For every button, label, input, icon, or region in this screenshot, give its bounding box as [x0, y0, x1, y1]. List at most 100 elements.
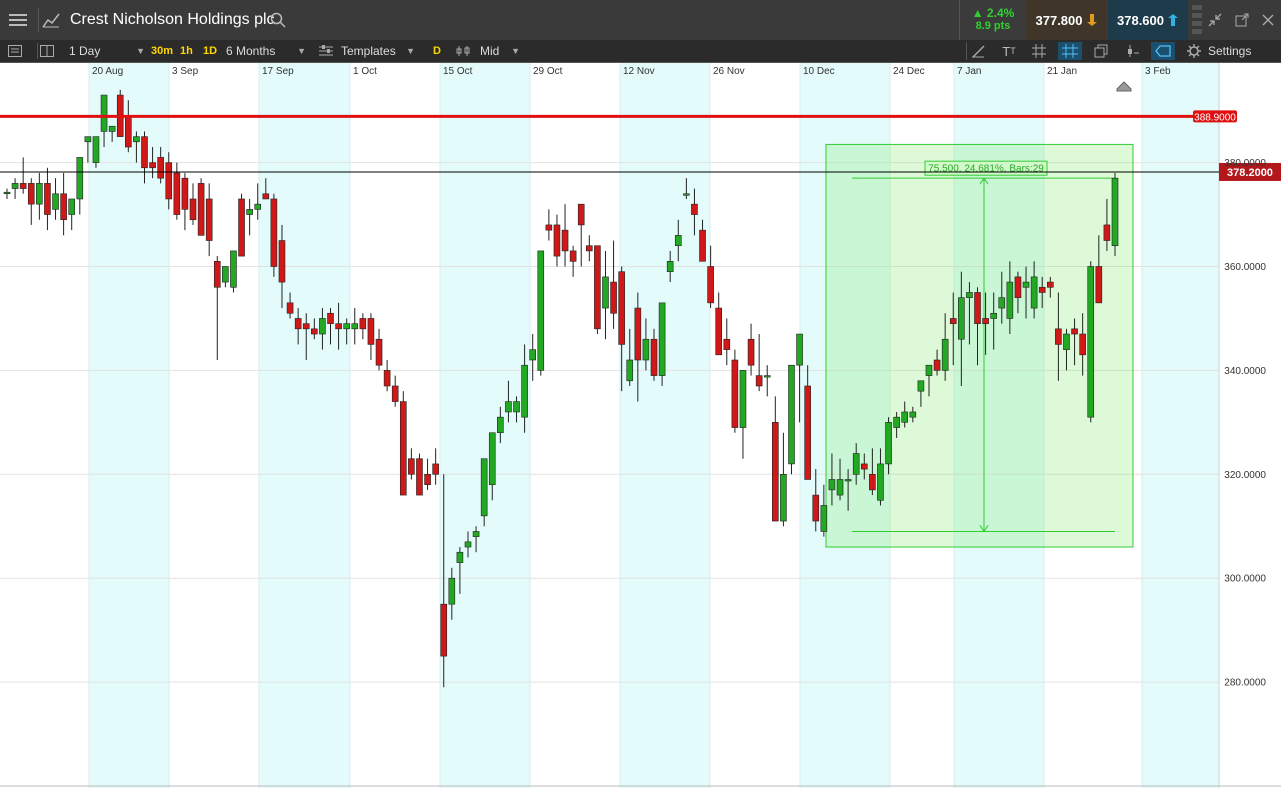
x-tick-label: 21 Jan: [1047, 66, 1077, 77]
candle-body: [537, 250, 545, 371]
candle-body: [521, 364, 528, 418]
candle-body: [222, 266, 229, 283]
horizontal-line-label: 388.9000: [1194, 112, 1236, 123]
draw-line-icon[interactable]: [966, 42, 989, 60]
chevron-down-icon: ▼: [406, 46, 415, 56]
d-toggle[interactable]: D: [433, 40, 441, 62]
candle-body: [731, 359, 739, 428]
candle-body: [391, 385, 399, 402]
candle-body: [424, 473, 431, 485]
candle-body: [488, 432, 496, 485]
x-tick-label: 10 Dec: [803, 66, 835, 77]
candle-body: [76, 157, 84, 200]
candle-body: [642, 338, 650, 361]
candle-body: [383, 370, 391, 387]
candle-body: [658, 302, 666, 376]
candle-body: [19, 183, 27, 189]
y-tick-label: 360.0000: [1224, 262, 1266, 273]
candle-body: [448, 577, 456, 605]
grid-icon[interactable]: [1028, 42, 1050, 60]
x-tick-label: 3 Sep: [172, 66, 199, 77]
candle-body: [828, 479, 836, 491]
candle-body: [586, 245, 593, 252]
candle-body: [901, 411, 909, 423]
menu-icon[interactable]: [8, 10, 28, 30]
interval-1d-button[interactable]: 1D: [203, 40, 217, 62]
candle-body: [311, 328, 318, 335]
candle-body: [399, 401, 407, 496]
candle-body: [1038, 286, 1046, 293]
candle-body: [100, 94, 108, 132]
candle-body: [278, 240, 286, 283]
candle: [480, 458, 488, 527]
candle-body: [60, 193, 67, 221]
list-icon[interactable]: [6, 43, 24, 59]
candle-body: [157, 157, 164, 179]
collapse-icon[interactable]: [1205, 10, 1225, 30]
y-tick-label: 280.0000: [1224, 678, 1266, 689]
layout-icon[interactable]: [37, 43, 56, 59]
candle-body: [456, 551, 464, 563]
candle-body: [416, 458, 423, 496]
down-arrow-icon: [1086, 14, 1097, 26]
range-select[interactable]: 6 Months ▼: [226, 40, 306, 62]
candle-body: [610, 281, 617, 314]
candle-body: [618, 271, 625, 345]
candle-body: [133, 136, 140, 143]
candle-body: [626, 359, 634, 382]
candle-body: [238, 198, 245, 257]
candle-body: [909, 411, 917, 418]
x-tick-label: 3 Feb: [1145, 66, 1171, 77]
settings-icon[interactable]: [1185, 42, 1203, 60]
candle-body: [197, 183, 205, 236]
price-type-select[interactable]: Mid ▼: [480, 40, 520, 62]
candle-body: [925, 364, 933, 376]
templates-icon[interactable]: [318, 44, 334, 58]
price-type-icon: [455, 44, 473, 58]
candle-body: [602, 276, 609, 309]
sell-price-button[interactable]: 377.800: [1026, 0, 1107, 40]
candle-body: [723, 338, 731, 350]
x-tick-label: 7 Jan: [957, 66, 981, 77]
y-tick-label: 380.0000: [1224, 158, 1266, 169]
candle-body: [92, 136, 100, 163]
copy-icon[interactable]: [1090, 42, 1112, 60]
price-change: ▲ 2.4% 8.9 pts: [959, 0, 1026, 40]
candle-body: [917, 380, 925, 392]
crosshair-icon[interactable]: [1058, 42, 1082, 60]
candle-body: [1022, 281, 1030, 288]
range-label: 6 Months: [226, 44, 276, 58]
interval-1h-button[interactable]: 1h: [180, 40, 193, 62]
candle-body: [545, 224, 553, 231]
candle-body: [286, 302, 294, 314]
candle-body: [1014, 276, 1022, 298]
settings-button[interactable]: Settings: [1208, 40, 1251, 62]
candle-body: [691, 203, 698, 215]
interval-30m-button[interactable]: 30m: [151, 40, 173, 62]
candle-body: [189, 198, 197, 221]
candle-body: [165, 162, 173, 200]
price-tag-icon[interactable]: [1151, 42, 1175, 60]
candle-body: [327, 312, 334, 324]
candle-body: [68, 198, 76, 215]
change-percent: ▲ 2.4%: [971, 6, 1015, 20]
candle-body: [634, 307, 642, 361]
chart-type-icon[interactable]: [38, 8, 63, 32]
candle-body: [141, 136, 148, 169]
y-tick-label: 400.0000: [1224, 63, 1266, 65]
candle-body: [480, 458, 488, 517]
price-chart[interactable]: 75.500, 24.681%, Bars:29 388.9000378.200…: [0, 63, 1281, 788]
indicator-icon[interactable]: [1121, 42, 1143, 60]
candle-body: [852, 453, 860, 475]
interval-select[interactable]: 1 Day ▼: [69, 40, 145, 62]
templates-select[interactable]: Templates ▼: [341, 40, 415, 62]
search-icon[interactable]: [268, 10, 288, 30]
close-icon[interactable]: [1258, 10, 1278, 30]
up-arrow-icon: [1168, 14, 1178, 26]
text-tool-icon[interactable]: TT: [998, 42, 1020, 60]
candle-body: [432, 463, 439, 475]
candle-body: [246, 209, 253, 215]
instrument-title: Crest Nicholson Holdings plc: [70, 11, 275, 28]
popout-icon[interactable]: [1232, 10, 1252, 30]
buy-price-button[interactable]: 378.600: [1108, 0, 1188, 40]
